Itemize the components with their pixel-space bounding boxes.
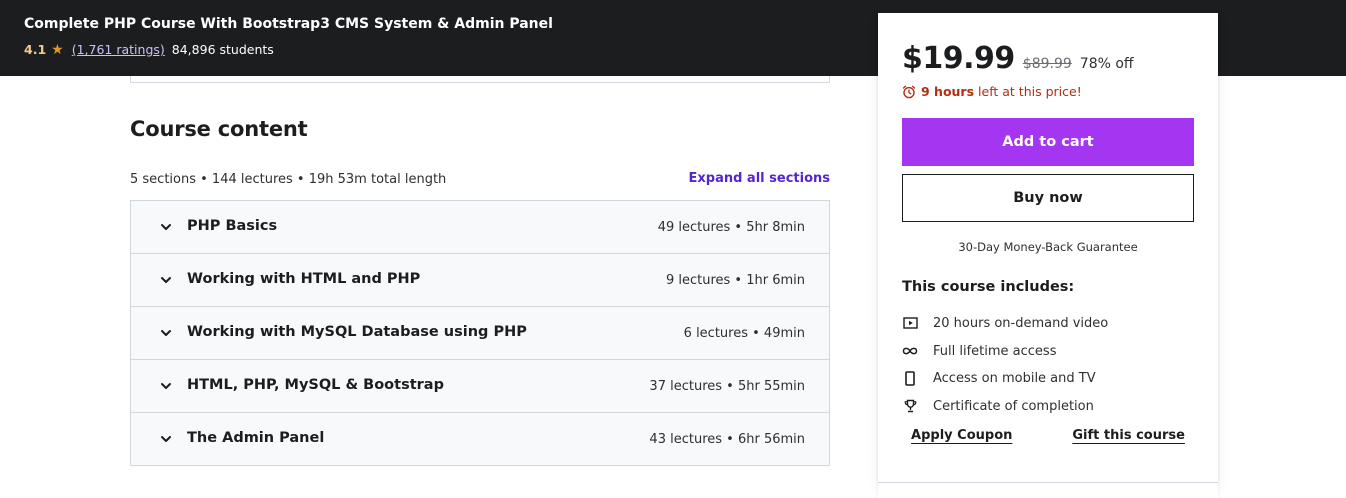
section-meta: 43 lectures • 6hr 56min [649,432,805,447]
section-title: Working with HTML and PHP [187,271,421,287]
coupon-gift-row: Apply Coupon Gift this course [878,428,1218,443]
curriculum-sections: PHP Basics 49 lectures • 5hr 8min Workin… [130,200,830,466]
star-icon: ★ [51,41,64,58]
price-row: $19.99 $89.99 78% off [902,41,1134,76]
rating-value: 4.1 [24,42,47,57]
section-meta: 37 lectures • 5hr 55min [649,379,805,394]
section-title: HTML, PHP, MySQL & Bootstrap [187,377,444,393]
chevron-down-icon [161,330,171,336]
includes-title: This course includes: [902,279,1075,295]
current-price: $19.99 [902,41,1015,76]
course-title: Complete PHP Course With Bootstrap3 CMS … [24,16,553,32]
apply-coupon-link[interactable]: Apply Coupon [911,428,1012,443]
chevron-down-icon [161,383,171,389]
section-row[interactable]: The Admin Panel 43 lectures • 6hr 56min [131,413,829,465]
alarm-clock-icon [902,85,916,98]
course-content-title: Course content [130,117,308,141]
trophy-icon [902,398,918,414]
timer-text: left at this price! [978,84,1082,99]
course-content-summary: 5 sections • 144 lectures • 19h 53m tota… [130,172,447,187]
list-item: 20 hours on-demand video [902,310,1202,338]
add-to-cart-button[interactable]: Add to cart [902,118,1194,166]
section-row[interactable]: PHP Basics 49 lectures • 5hr 8min [131,201,829,254]
mobile-icon [902,371,918,387]
list-item: Full lifetime access [902,338,1202,366]
list-item: Certificate of completion [902,393,1202,421]
section-title: PHP Basics [187,218,278,234]
original-price: $89.99 [1022,56,1072,72]
expand-all-sections-button[interactable]: Expand all sections [689,171,831,186]
price-timer: 9 hours left at this price! [902,84,1082,99]
purchase-card: $19.99 $89.99 78% off 9 hours left at th… [878,13,1218,483]
chevron-down-icon [161,277,171,283]
include-text: Full lifetime access [933,343,1057,359]
course-rating-bar: 4.1 ★ (1,761 ratings) 84,896 students [24,42,274,57]
infinity-icon [902,343,918,359]
ratings-link[interactable]: (1,761 ratings) [72,42,165,57]
chevron-down-icon [161,224,171,230]
discount-percent: 78% off [1079,56,1134,72]
includes-list: 20 hours on-demand video Full lifetime a… [902,310,1202,420]
section-row[interactable]: HTML, PHP, MySQL & Bootstrap 37 lectures… [131,360,829,413]
include-text: Certificate of completion [933,398,1094,414]
chevron-down-icon [161,436,171,442]
section-title: The Admin Panel [187,430,325,446]
include-text: Access on mobile and TV [933,371,1096,387]
section-row[interactable]: Working with HTML and PHP 9 lectures • 1… [131,254,829,307]
section-row[interactable]: Working with MySQL Database using PHP 6 … [131,307,829,360]
list-item: Access on mobile and TV [902,365,1202,393]
timer-hours: 9 hours [921,84,975,99]
purchase-card-footer [878,482,1218,498]
section-meta: 9 lectures • 1hr 6min [665,273,805,288]
include-text: 20 hours on-demand video [933,316,1109,332]
money-back-guarantee: 30-Day Money-Back Guarantee [958,240,1138,254]
buy-now-button[interactable]: Buy now [902,174,1194,222]
video-icon [902,316,918,332]
section-title: Working with MySQL Database using PHP [187,324,527,340]
gift-course-link[interactable]: Gift this course [1072,428,1185,443]
students-count: 84,896 students [171,42,274,57]
section-meta: 49 lectures • 5hr 8min [657,220,805,235]
section-meta: 6 lectures • 49min [683,326,805,341]
